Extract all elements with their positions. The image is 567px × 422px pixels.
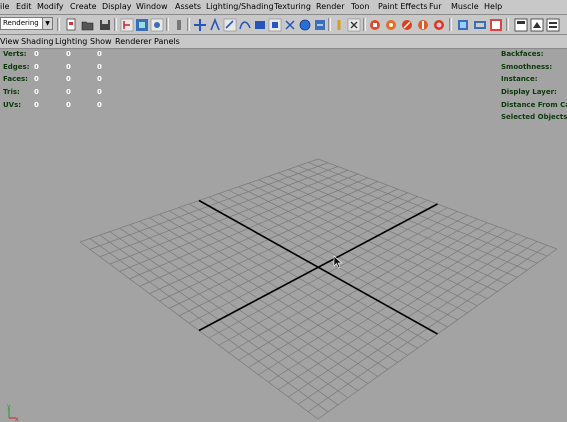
snap-to-view-icon[interactable]: [283, 17, 297, 31]
hud-faces-value: 0: [34, 75, 39, 83]
panel-menu-panels[interactable]: Panels: [154, 37, 180, 47]
menu-fur[interactable]: Fur: [429, 2, 442, 12]
show-tool-settings-icon[interactable]: [530, 17, 544, 32]
menu-create[interactable]: Create: [70, 2, 97, 12]
hud-display-layer-label: Display Layer:: [501, 88, 557, 96]
view-axis-icon: y x: [7, 403, 19, 421]
menu-modify[interactable]: Modify: [37, 2, 64, 12]
hud-faces-value: 0: [66, 75, 71, 83]
render-frame-icon[interactable]: [368, 17, 382, 31]
save-scene-icon[interactable]: [98, 17, 112, 31]
hud-tris-value: 0: [34, 88, 39, 96]
toolbar-separator: [328, 18, 331, 31]
show-channel-box-icon[interactable]: [546, 17, 560, 32]
panel-menu-show[interactable]: Show: [90, 37, 112, 47]
toolbar-separator: [187, 18, 190, 31]
channel-box-icon[interactable]: [489, 17, 503, 31]
panel-menu-renderer[interactable]: Renderer: [115, 37, 152, 47]
construction-history-icon[interactable]: [347, 17, 361, 32]
render-region-icon[interactable]: [400, 17, 414, 31]
toolbar-separator: [57, 18, 60, 31]
hud-edges-value: 0: [34, 63, 39, 71]
hud-tris-value: 0: [66, 88, 71, 96]
toolbar-separator: [166, 18, 169, 31]
open-scene-icon[interactable]: [81, 17, 95, 31]
snap-to-curve-icon[interactable]: [238, 17, 252, 31]
render-settings-icon[interactable]: [416, 17, 430, 31]
hud-instance-label: Instance:: [501, 75, 538, 83]
hud-uvs-value: 0: [97, 101, 102, 109]
menu-window[interactable]: Window: [136, 2, 168, 12]
hud-edges-value: 0: [66, 63, 71, 71]
show-attribute-editor-icon[interactable]: [514, 17, 528, 32]
hud-faces-value: 0: [97, 75, 102, 83]
menu-muscle[interactable]: Muscle: [451, 2, 479, 12]
hud-tris-label: Tris:: [3, 88, 20, 96]
menu-set-dropdown[interactable]: Rendering ▼: [0, 17, 53, 30]
panel-menu-lighting[interactable]: Lighting: [55, 37, 87, 47]
menu-file[interactable]: ile: [0, 2, 9, 12]
menu-assets[interactable]: Assets: [175, 2, 201, 12]
hud-edges-value: 0: [97, 63, 102, 71]
toolbar-separator: [363, 18, 366, 31]
select-by-object-icon[interactable]: [135, 17, 149, 31]
lock-selection-icon[interactable]: [172, 17, 186, 31]
perspective-viewport[interactable]: Verts: 0 0 0 Edges: 0 0 0 Faces: 0 0 0 T…: [0, 49, 567, 422]
toolbar-separator: [114, 18, 117, 31]
menu-help[interactable]: Help: [484, 2, 502, 12]
panel-menu-view[interactable]: View: [0, 37, 19, 47]
ground-grid: [79, 158, 558, 420]
menu-render[interactable]: Render: [316, 2, 344, 12]
panel-menu-bar: View Shading Lighting Show Renderer Pane…: [0, 35, 567, 49]
menu-display[interactable]: Display: [102, 2, 132, 12]
hud-edges-label: Edges:: [3, 63, 30, 71]
grid-axis-line: [198, 203, 438, 332]
menu-set-value: Rendering: [3, 19, 39, 27]
tool-settings-icon[interactable]: [473, 17, 487, 31]
maya-window: ile Edit Modify Create Display Window As…: [0, 0, 567, 422]
attribute-editor-icon[interactable]: [456, 17, 470, 31]
axis-y-label: y: [7, 403, 11, 410]
make-live-icon[interactable]: [298, 17, 312, 31]
toolbar-separator: [449, 18, 452, 31]
input-operations-icon[interactable]: [332, 17, 346, 31]
menu-edit[interactable]: Edit: [16, 2, 32, 12]
move-tool-icon[interactable]: [193, 17, 207, 31]
menu-texturing[interactable]: Texturing: [274, 2, 311, 12]
hud-backfaces-label: Backfaces:: [501, 50, 544, 58]
hud-verts-label: Verts:: [3, 50, 27, 58]
hud-faces-label: Faces:: [3, 75, 28, 83]
hud-selected-objects-label: Selected Objects:: [501, 113, 567, 121]
new-scene-icon[interactable]: [64, 17, 78, 31]
snap-to-plane-icon[interactable]: [268, 17, 282, 32]
select-by-component-icon[interactable]: [150, 17, 164, 32]
menu-toon[interactable]: Toon: [351, 2, 369, 12]
snap-to-grid-icon[interactable]: [223, 17, 237, 32]
menu-paint-effects[interactable]: Paint Effects: [378, 2, 428, 12]
snap-to-point-icon[interactable]: [253, 17, 267, 31]
hud-verts-value: 0: [66, 50, 71, 58]
hud-uvs-value: 0: [34, 101, 39, 109]
panel-menu-shading[interactable]: Shading: [21, 37, 54, 47]
toolbar-separator: [506, 18, 509, 31]
status-line-toolbar: Rendering ▼: [0, 15, 567, 35]
main-menu-bar: ile Edit Modify Create Display Window As…: [0, 0, 567, 15]
hud-uvs-label: UVs:: [3, 101, 22, 109]
hud-uvs-value: 0: [66, 101, 71, 109]
lasso-tool-icon[interactable]: [208, 17, 222, 31]
hud-distance-from-cam-label: Distance From Cam: [501, 101, 567, 109]
chevron-down-icon: ▼: [42, 18, 52, 29]
ipr-render-icon[interactable]: [384, 17, 398, 31]
history-icon[interactable]: [313, 17, 327, 31]
hud-tris-value: 0: [97, 88, 102, 96]
mouse-cursor-icon: [333, 255, 343, 269]
menu-lighting-shading[interactable]: Lighting/Shading: [206, 2, 274, 12]
axis-x-label: x: [15, 416, 19, 421]
hud-smoothness-label: Smoothness:: [501, 63, 553, 71]
hypershade-icon[interactable]: [432, 17, 446, 31]
hud-verts-value: 0: [97, 50, 102, 58]
hud-verts-value: 0: [34, 50, 39, 58]
select-by-hierarchy-icon[interactable]: [120, 17, 134, 32]
